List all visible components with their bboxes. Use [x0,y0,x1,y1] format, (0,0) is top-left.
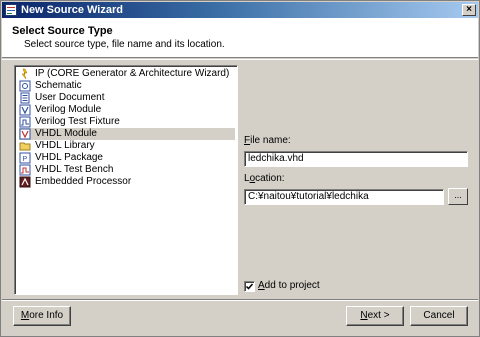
list-item-vhdl-library[interactable]: VHDL Library [19,140,235,152]
list-item-label: Verilog Module [35,104,102,115]
label-text: cation: [255,173,285,184]
page-title: Select Source Type [12,25,113,37]
window-title: New Source Wizard [21,4,123,16]
location-label: Location: [244,173,285,184]
list-item-schematic[interactable]: Schematic [19,80,235,92]
embedded-processor-icon [19,176,31,188]
list-item-verilog-test-fixture[interactable]: Verilog Test Fixture [19,116,235,128]
list-item-label: VHDL Test Bench [35,164,114,175]
list-item-label: VHDL Library [35,140,95,151]
list-item-label: User Document [35,92,105,103]
list-item-user-document[interactable]: User Document [19,92,235,104]
list-item-label: IP (CORE Generator & Architecture Wizard… [35,68,230,79]
schematic-icon [19,80,31,92]
list-item-ip-core[interactable]: IP (CORE Generator & Architecture Wizard… [19,68,235,80]
source-type-list[interactable]: IP (CORE Generator & Architecture Wizard… [14,65,238,295]
label-text: dd to project [264,280,320,291]
browse-button[interactable]: ... [448,188,468,205]
wizard-header: Select Source Type Select source type, f… [2,18,478,58]
ip-core-icon [21,68,28,80]
checkmark-icon [245,283,254,290]
title-bar: New Source Wizard × [2,2,478,18]
test-fixture-icon [19,116,31,128]
new-source-wizard-window: New Source Wizard × Select Source Type S… [0,0,480,337]
document-icon [20,92,30,104]
file-name-label: File name: [244,135,291,146]
list-item-label: VHDL Package [35,152,103,163]
close-icon: × [466,4,472,15]
button-label: ext > [367,310,390,321]
label-text: ile name: [250,135,291,146]
list-item-verilog-module[interactable]: Verilog Module [19,104,235,116]
list-item-embedded-processor[interactable]: Embedded Processor [19,176,235,188]
verilog-module-icon [19,104,31,116]
mnemonic-letter: N [360,310,368,321]
add-to-project-checkbox[interactable] [244,281,255,292]
page-subtitle: Select source type, file name and its lo… [24,39,225,50]
vhdl-package-icon: P [19,152,31,164]
list-item-label: Schematic [35,80,82,91]
next-button[interactable]: Next > [346,306,404,326]
list-item-label: VHDL Module [35,128,97,139]
list-item-vhdl-package[interactable]: P VHDL Package [19,152,235,164]
list-item-vhdl-module[interactable]: VHDL Module [19,128,235,140]
button-label: ore Info [29,310,64,321]
header-divider [2,59,478,60]
add-to-project-label[interactable]: Add to project [258,280,320,291]
vhdl-testbench-icon [19,164,31,176]
location-input[interactable]: C:¥naitou¥tutorial¥ledchika [244,189,444,205]
close-button[interactable]: × [462,4,476,16]
mnemonic-letter: A [258,280,265,291]
wizard-app-icon [5,4,17,16]
cancel-button[interactable]: Cancel [410,306,468,326]
footer-divider-highlight [2,300,478,301]
vhdl-module-icon [19,128,31,140]
mnemonic-letter: M [20,310,30,321]
vhdl-library-icon [19,142,31,151]
more-info-button[interactable]: More Info [13,306,71,326]
list-item-label: Embedded Processor [35,176,132,187]
list-item-label: Verilog Test Fixture [35,116,120,127]
svg-text:P: P [23,156,28,163]
file-name-input[interactable]: ledchika.vhd [244,151,468,167]
list-item-vhdl-test-bench[interactable]: VHDL Test Bench [19,164,235,176]
